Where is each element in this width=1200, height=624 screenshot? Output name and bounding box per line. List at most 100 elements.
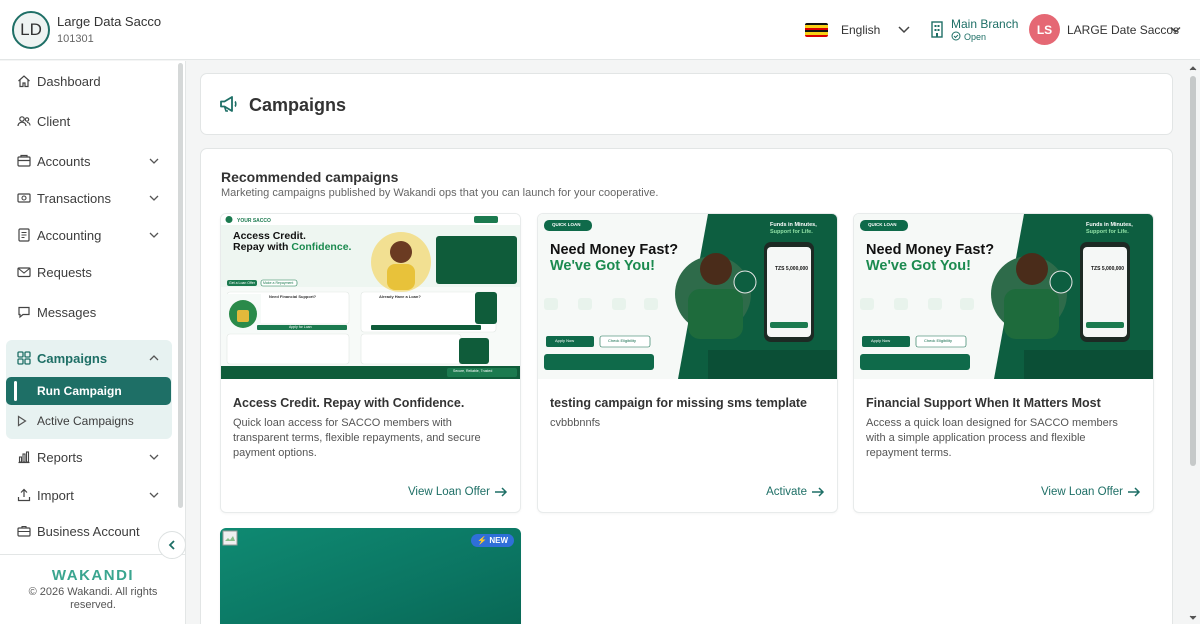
mail-icon: [17, 267, 31, 278]
language-selector[interactable]: English: [841, 23, 880, 37]
grid-icon: [17, 351, 31, 365]
user-menu[interactable]: LARGE Date Saccos: [1067, 23, 1179, 37]
banner-footer-label: Secure, Reliable, Trusted: [453, 369, 493, 373]
home-icon: [18, 75, 30, 88]
quick-loan-banner: [854, 214, 1153, 379]
banner-side-text: Funds in Minutes, Support for Life.: [1086, 222, 1133, 235]
chevron-down-icon[interactable]: [1169, 23, 1182, 36]
campaign-banner-image[interactable]: ⚡ NEW: [220, 528, 521, 624]
scrollbar-thumb[interactable]: [1190, 76, 1196, 466]
chevron-down-icon[interactable]: [148, 451, 160, 463]
org-code: 101301: [57, 33, 94, 45]
campaign-description: Access a quick loan designed for SACCO m…: [866, 417, 1118, 459]
sidebar-item-requests[interactable]: Requests: [8, 255, 172, 289]
building-icon: [931, 21, 943, 38]
chart-icon: [18, 451, 30, 464]
sidebar-item-label: Campaigns: [37, 351, 108, 366]
sidebar-scrollbar[interactable]: [178, 63, 183, 508]
scroll-down-icon[interactable]: [1188, 614, 1198, 622]
campaign-description: Quick loan access for SACCO members with…: [233, 417, 481, 459]
banner-button-label: Get a Loan Offer: [229, 281, 256, 285]
view-loan-offer-button[interactable]: View Loan Offer: [1041, 486, 1141, 498]
sidebar-item-dashboard[interactable]: Dashboard: [8, 64, 172, 98]
wakandi-logo: WAKANDI: [51, 567, 135, 584]
branch-status: Open: [964, 32, 987, 42]
sidebar-item-campaigns[interactable]: Campaigns: [8, 341, 172, 375]
org-name: Large Data Sacco: [57, 14, 162, 29]
campaign-banner-image[interactable]: YOUR SACCO Access Credit. Repay with Con…: [221, 214, 520, 379]
page-title-card: Campaigns: [200, 73, 1173, 135]
banner-button-label: Make a Repayment: [263, 281, 294, 285]
broken-image-icon: [222, 530, 238, 546]
chevron-down-icon[interactable]: [148, 229, 160, 241]
new-badge-label: NEW: [489, 536, 508, 545]
banner-amount: TZS 5,000,000: [775, 266, 809, 272]
campaign-action-label: Activate: [766, 486, 807, 498]
sidebar-item-accounting[interactable]: Accounting: [8, 218, 172, 252]
user-avatar[interactable]: LS: [1029, 14, 1060, 45]
banner-check-label: Check Eligibility: [924, 338, 953, 343]
scroll-up-icon[interactable]: [1188, 64, 1198, 72]
sidebar-item-import[interactable]: Import: [8, 478, 172, 512]
money-icon: [17, 193, 31, 203]
chevron-left-icon: [168, 540, 175, 550]
uganda-flag-icon[interactable]: [805, 23, 828, 37]
banner-side-text: Funds in Minutes, Support for Life.: [770, 222, 817, 235]
sidebar-item-label: Reports: [37, 450, 83, 465]
sidebar-item-label: Requests: [37, 265, 92, 280]
sidebar-item-label: Client: [37, 114, 71, 129]
banner-check-label: Check Eligibility: [608, 338, 637, 343]
banner-panel-title: Need Financial Support?: [269, 294, 317, 299]
campaign-action-label: View Loan Offer: [1040, 486, 1123, 498]
banner-headline: Need Money Fast? We've Got You!: [866, 242, 995, 274]
banner-apply-label: Apply Now: [871, 338, 891, 343]
campaign-card[interactable]: QUICK LOAN Need Money Fast? We've Got Yo…: [853, 213, 1154, 513]
collapse-sidebar-button[interactable]: [158, 531, 186, 559]
campaign-card[interactable]: ⚡ NEW: [220, 528, 521, 624]
sidebar-subitem-active-campaigns[interactable]: Active Campaigns: [6, 407, 171, 435]
page-title: Campaigns: [249, 95, 347, 115]
sidebar-item-business-account[interactable]: Business Account: [8, 514, 172, 548]
sidebar-item-accounts[interactable]: Accounts: [8, 144, 172, 178]
chat-icon: [18, 306, 30, 319]
banner-tag: QUICK LOAN: [552, 222, 581, 227]
branch-name[interactable]: Main Branch: [951, 17, 1018, 31]
sidebar-item-label: Transactions: [37, 191, 111, 206]
chevron-down-icon[interactable]: [148, 489, 160, 501]
chevron-down-icon[interactable]: [148, 155, 160, 167]
chevron-up-icon[interactable]: [148, 352, 160, 364]
section-title: Recommended campaigns: [221, 169, 399, 185]
banner-headline: Access Credit. Repay with Confidence.: [233, 230, 352, 253]
banner-tag: QUICK LOAN: [868, 222, 897, 227]
sidebar: Dashboard Client Accounts Transactions A…: [0, 61, 186, 624]
sidebar-item-reports[interactable]: Reports: [8, 440, 172, 474]
check-circle-icon: [951, 31, 961, 41]
activate-button[interactable]: Activate: [766, 486, 825, 498]
banner-panel-title: Already Have a Loan?: [379, 294, 421, 299]
ledger-icon: [18, 228, 30, 242]
sidebar-item-messages[interactable]: Messages: [8, 295, 172, 329]
chevron-down-icon[interactable]: [897, 22, 911, 36]
sidebar-item-transactions[interactable]: Transactions: [8, 181, 172, 215]
campaign-banner-image[interactable]: QUICK LOAN Need Money Fast? We've Got Yo…: [854, 214, 1153, 379]
main-scrollbar[interactable]: [1188, 62, 1198, 624]
active-indicator: [14, 381, 17, 401]
campaign-title: testing campaign for missing sms templat…: [550, 396, 808, 410]
sidebar-item-client[interactable]: Client: [8, 104, 172, 138]
sidebar-subitem-label: Active Campaigns: [37, 414, 134, 428]
upload-icon: [17, 488, 31, 502]
sidebar-item-label: Accounting: [37, 228, 102, 243]
campaign-card[interactable]: QUICK LOAN Need Money Fast? We've Got Yo…: [537, 213, 838, 513]
view-loan-offer-button[interactable]: View Loan Offer: [408, 486, 508, 498]
chevron-down-icon[interactable]: [148, 192, 160, 204]
campaign-description: cvbbbnnfs: [550, 417, 601, 429]
campaign-card[interactable]: YOUR SACCO Access Credit. Repay with Con…: [220, 213, 521, 513]
campaign-banner-image[interactable]: QUICK LOAN Need Money Fast? We've Got Yo…: [538, 214, 837, 379]
play-icon: [17, 415, 27, 427]
new-badge: ⚡ NEW: [471, 534, 514, 547]
recommended-campaigns-section: Recommended campaigns Marketing campaign…: [200, 148, 1173, 624]
sidebar-subitem-run-campaign[interactable]: Run Campaign: [6, 377, 171, 405]
org-avatar[interactable]: LD: [12, 11, 50, 49]
sidebar-item-label: Accounts: [37, 154, 91, 169]
top-header: LD Large Data Sacco 101301 English Main …: [0, 0, 1200, 60]
